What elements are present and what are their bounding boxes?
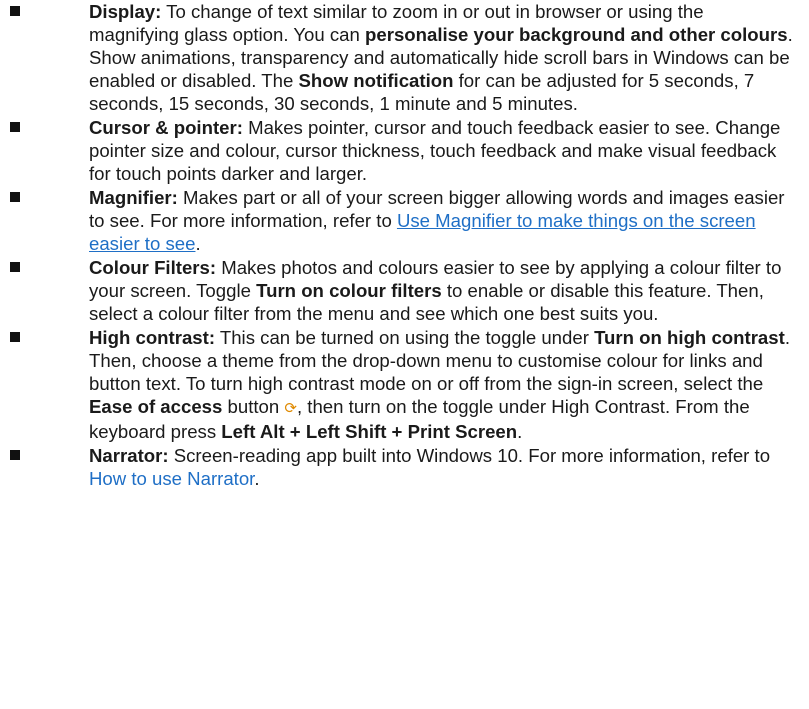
bold-text: Magnifier: [89,187,178,208]
list-item-colour-filters: Colour Filters: Makes photos and colours… [0,256,809,325]
bullet-icon [10,6,20,16]
text-run: Screen-reading app built into Windows 10… [168,445,771,466]
accessibility-feature-list: Display: To change of text similar to zo… [0,0,809,490]
bullet-icon [10,450,20,460]
text-run: This can be turned on using the toggle u… [215,327,595,348]
bold-text: Show notification [298,70,454,91]
text-run: . [195,233,201,254]
display-text: Display: To change of text similar to zo… [89,1,793,114]
bullet-icon [10,332,20,342]
bold-text: Cursor & pointer: [89,117,243,138]
list-item-cursor-pointer: Cursor & pointer: Makes pointer, cursor … [0,116,809,185]
bold-text: Colour Filters: [89,257,217,278]
colour-filters-text: Colour Filters: Makes photos and colours… [89,257,781,324]
ease-of-access-icon: ⟳ [284,400,297,417]
bullet-icon [10,192,20,202]
bullet-icon [10,262,20,272]
narrator-help-link[interactable]: How to use Narrator [89,468,254,489]
list-item-narrator: Narrator: Screen-reading app built into … [0,444,809,490]
list-item-high-contrast: High contrast: This can be turned on usi… [0,326,809,443]
text-run: . [517,421,523,442]
bold-text: Display: [89,1,162,22]
bold-text: Turn on high contrast [594,327,785,348]
text-run: button [222,396,285,417]
bold-text: Narrator: [89,445,169,466]
high-contrast-text: High contrast: This can be turned on usi… [89,327,790,442]
bold-text: Left Alt + Left Shift + Print Screen [221,421,518,442]
list-item-magnifier: Magnifier: Makes part or all of your scr… [0,186,809,255]
magnifier-text: Magnifier: Makes part or all of your scr… [89,187,785,254]
cursor-pointer-text: Cursor & pointer: Makes pointer, cursor … [89,117,780,184]
list-item-display: Display: To change of text similar to zo… [0,0,809,115]
narrator-text: Narrator: Screen-reading app built into … [89,445,770,489]
bold-text: High contrast: [89,327,216,348]
text-run: . [254,468,260,489]
bold-text: Turn on colour filters [256,280,442,301]
bullet-icon [10,122,20,132]
bold-text: Ease of access [89,396,223,417]
bold-text: personalise your background and other co… [365,24,788,45]
